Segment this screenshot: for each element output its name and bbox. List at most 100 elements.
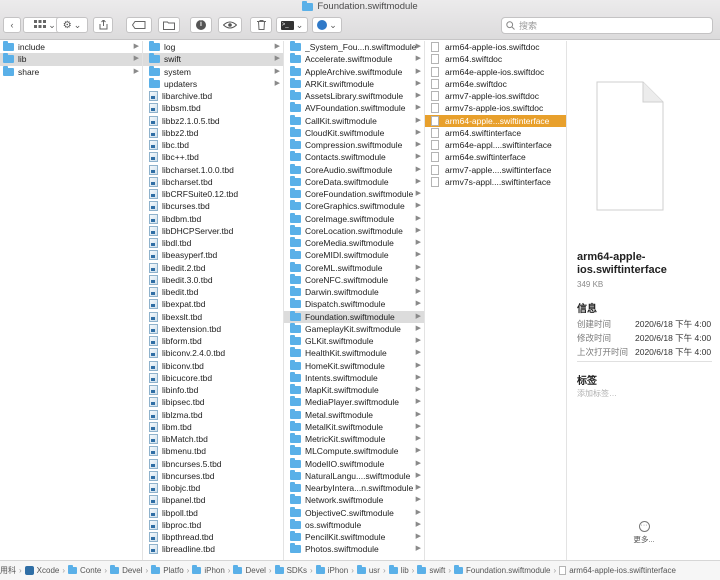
- list-item[interactable]: Foundation.swiftmodule ▶: [284, 310, 424, 323]
- list-item[interactable]: arm64e-appl....swiftinterface: [425, 139, 566, 151]
- list-item[interactable]: libedit.2.tbd: [143, 262, 283, 274]
- more-button[interactable]: ··· 更多...: [629, 521, 659, 545]
- get-info-button[interactable]: i: [190, 17, 212, 33]
- list-item[interactable]: libbsm.tbd: [143, 102, 283, 114]
- path-crumb[interactable]: Xcode: [24, 566, 59, 575]
- list-item[interactable]: _System_Fou...n.swiftmodule ▶: [284, 41, 424, 53]
- list-item[interactable]: libpanel.tbd: [143, 494, 283, 506]
- list-item[interactable]: libMatch.tbd: [143, 433, 283, 445]
- list-item[interactable]: libarchive.tbd: [143, 90, 283, 102]
- quick-look-button[interactable]: [218, 17, 242, 33]
- list-item[interactable]: libedit.3.0.tbd: [143, 274, 283, 286]
- path-crumb[interactable]: usr: [356, 565, 380, 575]
- list-item[interactable]: os.swiftmodule ▶: [284, 518, 424, 531]
- list-item[interactable]: CoreML.swiftmodule ▶: [284, 261, 424, 274]
- list-item[interactable]: libc.tbd: [143, 139, 283, 151]
- list-item[interactable]: libmenu.tbd: [143, 445, 283, 457]
- list-item[interactable]: AssetsLibrary.swiftmodule ▶: [284, 90, 424, 102]
- list-item[interactable]: log ▶: [143, 41, 283, 53]
- path-crumb[interactable]: Conte: [68, 565, 101, 575]
- list-item[interactable]: Metal.swiftmodule ▶: [284, 408, 424, 421]
- list-item[interactable]: CoreFoundation.swiftmodule ▶: [284, 188, 424, 200]
- list-item[interactable]: libdbm.tbd: [143, 213, 283, 225]
- list-item[interactable]: libexpat.tbd: [143, 298, 283, 310]
- list-item[interactable]: CloudKit.swiftmodule ▶: [284, 126, 424, 139]
- list-item[interactable]: libc++.tbd: [143, 151, 283, 163]
- path-crumb[interactable]: Devel: [233, 565, 266, 575]
- list-item[interactable]: updaters ▶: [143, 77, 283, 90]
- list-item[interactable]: MetricKit.swiftmodule ▶: [284, 433, 424, 445]
- list-item[interactable]: libiconv.tbd: [143, 360, 283, 372]
- list-item[interactable]: HealthKit.swiftmodule ▶: [284, 347, 424, 359]
- list-item[interactable]: libdl.tbd: [143, 237, 283, 249]
- list-item[interactable]: HomeKit.swiftmodule ▶: [284, 359, 424, 372]
- list-item[interactable]: Photos.swiftmodule ▶: [284, 543, 424, 555]
- list-item[interactable]: NaturalLangu....swiftmodule ▶: [284, 469, 424, 482]
- delete-button[interactable]: [250, 17, 272, 33]
- tag-button[interactable]: [126, 17, 152, 33]
- list-item[interactable]: libbz2.1.0.5.tbd: [143, 115, 283, 127]
- list-item[interactable]: Contacts.swiftmodule ▶: [284, 151, 424, 163]
- list-item[interactable]: CoreAudio.swiftmodule ▶: [284, 163, 424, 176]
- list-item[interactable]: libedit.tbd: [143, 286, 283, 298]
- share-button[interactable]: [93, 17, 113, 33]
- path-crumb[interactable]: SDKs: [274, 565, 307, 575]
- list-item[interactable]: MetalKit.swiftmodule ▶: [284, 420, 424, 433]
- list-item[interactable]: GLKit.swiftmodule ▶: [284, 335, 424, 347]
- path-crumb[interactable]: Devel: [110, 565, 143, 575]
- list-item[interactable]: Compression.swiftmodule ▶: [284, 139, 424, 151]
- path-crumb[interactable]: arm64-apple-ios.swiftinterface: [559, 566, 676, 575]
- list-item[interactable]: Network.swiftmodule ▶: [284, 494, 424, 506]
- list-item[interactable]: include ▶: [0, 41, 142, 53]
- list-item[interactable]: Intents.swiftmodule ▶: [284, 371, 424, 384]
- list-item[interactable]: libform.tbd: [143, 335, 283, 347]
- list-item[interactable]: libproc.tbd: [143, 519, 283, 531]
- list-item[interactable]: libDHCPServer.tbd: [143, 225, 283, 237]
- back-button[interactable]: ‹: [3, 17, 21, 33]
- terminal-button[interactable]: >_ ⌄: [276, 17, 308, 33]
- list-item[interactable]: ObjectiveC.swiftmodule ▶: [284, 506, 424, 519]
- list-item[interactable]: libextension.tbd: [143, 323, 283, 335]
- list-item[interactable]: AppleArchive.swiftmodule ▶: [284, 65, 424, 78]
- list-item[interactable]: libinfo.tbd: [143, 384, 283, 396]
- list-item[interactable]: arm64e.swiftinterface: [425, 151, 566, 163]
- list-item[interactable]: libobjc.tbd: [143, 482, 283, 494]
- list-item[interactable]: libpoll.tbd: [143, 507, 283, 519]
- path-crumb[interactable]: Platfo: [151, 565, 184, 575]
- list-item[interactable]: MapKit.swiftmodule ▶: [284, 384, 424, 396]
- app-extension-button[interactable]: ⌄: [312, 17, 342, 33]
- list-item[interactable]: CoreImage.swiftmodule ▶: [284, 212, 424, 225]
- list-item[interactable]: MediaPlayer.swiftmodule ▶: [284, 396, 424, 408]
- list-item[interactable]: libCRFSuite0.12.tbd: [143, 188, 283, 200]
- list-item[interactable]: CoreNFC.swiftmodule ▶: [284, 273, 424, 286]
- list-item[interactable]: CallKit.swiftmodule ▶: [284, 114, 424, 127]
- path-crumb[interactable]: iPhon: [192, 565, 225, 575]
- list-item[interactable]: CoreMedia.swiftmodule ▶: [284, 237, 424, 249]
- list-item[interactable]: system ▶: [143, 65, 283, 78]
- list-item[interactable]: libpthread.tbd: [143, 531, 283, 543]
- list-item[interactable]: arm64-apple-ios.swiftdoc: [425, 41, 566, 53]
- list-item[interactable]: CoreGraphics.swiftmodule ▶: [284, 200, 424, 212]
- list-item[interactable]: libipsec.tbd: [143, 396, 283, 408]
- path-crumb[interactable]: Foundation.swiftmodule: [454, 565, 551, 575]
- list-item[interactable]: PencilKit.swiftmodule ▶: [284, 531, 424, 543]
- list-item[interactable]: NearbyIntera...n.swiftmodule ▶: [284, 482, 424, 494]
- list-item[interactable]: swift ▶: [143, 53, 283, 66]
- list-item[interactable]: armv7s-appl....swiftinterface: [425, 176, 566, 188]
- path-crumb[interactable]: 用科: [0, 565, 16, 576]
- list-item[interactable]: arm64.swiftdoc: [425, 53, 566, 65]
- list-item[interactable]: MLCompute.swiftmodule ▶: [284, 445, 424, 457]
- new-folder-button[interactable]: [158, 17, 180, 33]
- path-crumb[interactable]: iPhon: [315, 565, 348, 575]
- list-item[interactable]: CoreMIDI.swiftmodule ▶: [284, 249, 424, 261]
- list-item[interactable]: CoreLocation.swiftmodule ▶: [284, 224, 424, 237]
- list-item[interactable]: libm.tbd: [143, 421, 283, 433]
- list-item[interactable]: libcharset.tbd: [143, 176, 283, 188]
- list-item[interactable]: Dispatch.swiftmodule ▶: [284, 298, 424, 310]
- list-item[interactable]: CoreData.swiftmodule ▶: [284, 175, 424, 188]
- list-item[interactable]: arm64.swiftinterface: [425, 127, 566, 139]
- list-item[interactable]: arm64e-apple-ios.swiftdoc: [425, 66, 566, 78]
- list-item[interactable]: libreadline.tbd: [143, 543, 283, 555]
- list-item[interactable]: libcurses.tbd: [143, 200, 283, 212]
- list-item[interactable]: armv7-apple....swiftinterface: [425, 164, 566, 176]
